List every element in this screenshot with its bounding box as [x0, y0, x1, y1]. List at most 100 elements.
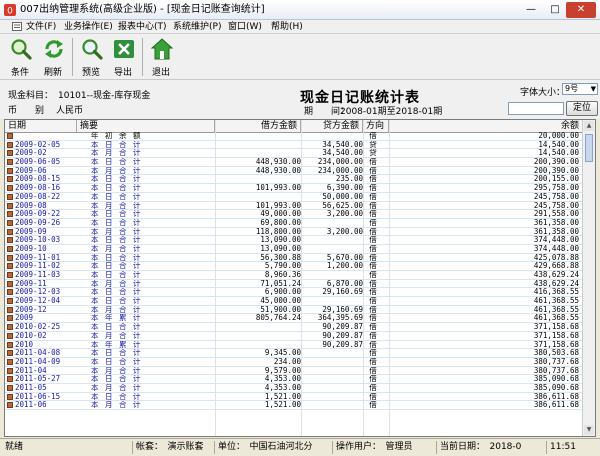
fontsize-select[interactable]: 9号 ▼	[562, 83, 598, 95]
table-row[interactable]: 2010-02-25 本 日 合 计 90,209.87 借 371,158.68	[5, 323, 583, 332]
table-row[interactable]: 2009-09-26 本 日 合 计 69,800.00 借 361,358.00	[5, 219, 583, 228]
condition-button[interactable]: 条件	[4, 36, 36, 78]
table-row[interactable]: 2009-08-15 本 日 合 计 235.00 借 200,155.00	[5, 175, 583, 185]
cell-credit: 3,200.00	[326, 227, 363, 236]
table-row[interactable]: 2009-02-05 本 日 合 计 34,540.00 贷 14,540.00	[5, 141, 583, 150]
table-row[interactable]: 2009 本 年 累 计 805,764.24 364,395.69 借 461,368.…	[5, 314, 583, 324]
column-header-summary[interactable]: 摘要	[77, 120, 215, 132]
cell-summary: 本 日 合 计	[91, 218, 142, 227]
app-icon: 0	[4, 4, 16, 16]
cell-date: 2009-02	[15, 149, 47, 158]
table-row[interactable]: 2009-02 本 月 合 计 34,540.00 贷 14,540.00	[5, 149, 583, 159]
column-header-date[interactable]: 日期	[5, 120, 77, 132]
scroll-down-icon[interactable]: ▼	[584, 425, 594, 435]
window-title: 007出纳管理系统(高级企业版) - [现金日记账查询统计]	[20, 4, 265, 15]
table-row[interactable]: 2009-12-04 本 日 合 计 45,000.00 借 461,368.55	[5, 297, 583, 306]
table-row[interactable]: 2009-06 本 月 合 计 448,930.00 234,000.00 借 200,3…	[5, 167, 583, 176]
refresh-label: 刷新	[43, 68, 62, 78]
row-document-icon	[7, 306, 13, 313]
table-row[interactable]: 2009-06-05 本 日 合 计 448,930.00 234,000.00 借 20…	[5, 158, 583, 167]
cell-credit	[305, 358, 363, 366]
cell-balance: 20,000.00	[538, 132, 579, 140]
minimize-button[interactable]: —	[520, 2, 542, 18]
cell-date: 2009-12-04	[15, 297, 61, 306]
menu-file[interactable]: 文件(F)	[26, 21, 56, 33]
table-row[interactable]: 2009-08-22 本 日 合 计 50,000.00 借 245,758.00	[5, 193, 583, 202]
table-row[interactable]: 2009-10-03 本 日 合 计 13,090.00 借 374,448.00	[5, 236, 583, 245]
title-bar: 0 007出纳管理系统(高级企业版) - [现金日记账查询统计] — □ ✕	[0, 0, 600, 20]
table-row[interactable]: 2011-04-08 本 日 合 计 9,345.00 借 380,503.68	[5, 349, 583, 358]
table-row[interactable]: 2009-11-02 本 日 合 计 5,790.00 1,200.00 借 429,66…	[5, 262, 583, 271]
table-row[interactable]: 2009-08-16 本 日 合 计 101,993.00 6,390.00 借 295,…	[5, 184, 583, 193]
table-row[interactable]: 2009-10 本 月 合 计 13,090.00 借 374,448.00	[5, 245, 583, 254]
table-row[interactable]: 2011-04 本 月 合 计 9,579.00 借 380,737.68	[5, 367, 583, 376]
table-row[interactable]: 2011-06 本 月 合 计 1,521.00 借 386,611.68	[5, 401, 583, 410]
menu-business[interactable]: 业务操作(E)	[64, 21, 113, 33]
close-button[interactable]: ✕	[566, 2, 596, 18]
ledger-table: 日期 摘要 借方金额 贷方金额 方向 余额 年 初 余 额借 20,000.00 2…	[4, 119, 596, 437]
table-row[interactable]: 2009-09 本 月 合 计 118,800.00 3,200.00 借 361,358…	[5, 228, 583, 237]
cell-debit: 234.00	[273, 357, 301, 366]
locate-input[interactable]	[508, 102, 564, 115]
refresh-icon	[45, 40, 63, 58]
menu-help[interactable]: 帮助(H)	[271, 21, 303, 33]
cell-summary: 本 日 合 计	[91, 297, 142, 306]
cell-credit: 29,160.69	[322, 288, 363, 297]
table-row[interactable]: 2010-02 本 月 合 计 90,209.87 借 371,158.68	[5, 332, 583, 341]
cell-credit: 34,540.00	[322, 149, 363, 158]
row-document-icon	[7, 219, 13, 226]
table-row[interactable]: 2011-05-27 本 日 合 计 4,353.00 借 385,090.68	[5, 375, 583, 384]
refresh-button[interactable]: 刷新	[37, 36, 69, 78]
table-row[interactable]: 2009-12-03 本 日 合 计 6,900.00 29,160.69 借 416,3…	[5, 288, 583, 298]
export-button[interactable]: 导出	[107, 36, 139, 78]
maximize-button[interactable]: □	[544, 2, 566, 18]
cell-date: 2011-06-15	[15, 392, 61, 401]
cell-date: 2009-10	[15, 244, 47, 253]
cell-debit	[219, 332, 301, 340]
column-header-credit[interactable]: 贷方金额	[301, 120, 363, 132]
cell-balance: 371,158.68	[533, 331, 579, 340]
cell-summary: 本 月 合 计	[91, 244, 142, 253]
cell-summary: 本 月 合 计	[91, 331, 142, 340]
exit-button[interactable]: 退出	[145, 36, 177, 78]
table-row[interactable]: 2010 本 年 累 计 90,209.87 借 371,158.68	[5, 341, 583, 350]
locate-button[interactable]: 定位	[566, 101, 598, 116]
table-row[interactable]: 2011-05 本 月 合 计 4,353.00 借 385,090.68	[5, 384, 583, 393]
cell-date: 2009-12	[15, 305, 47, 314]
cell-credit: 3,200.00	[326, 210, 363, 219]
cell-date: 2010-02-25	[15, 323, 61, 332]
table-row[interactable]: 2009-11-03 本 日 合 计 8,960.36 借 438,629.24	[5, 271, 583, 280]
cell-date: 2009-10-03	[15, 236, 61, 245]
toolbar-separator	[72, 38, 73, 76]
cell-summary: 本 日 合 计	[91, 210, 142, 219]
cell-direction: 贷	[369, 149, 377, 158]
preview-button[interactable]: 预览	[75, 36, 107, 78]
column-header-debit[interactable]: 借方金额	[215, 120, 301, 132]
cell-credit	[305, 297, 363, 305]
table-row[interactable]: 2009-11 本 月 合 计 71,051.24 6,870.00 借 438,629.…	[5, 280, 583, 289]
row-document-icon	[7, 298, 13, 305]
table-row[interactable]: 年 初 余 额 借 20,000.00	[5, 132, 583, 141]
scroll-thumb[interactable]	[585, 134, 593, 162]
column-header-balance[interactable]: 余额	[389, 120, 583, 132]
table-row[interactable]: 2011-04-09 本 日 合 计 234.00 借 380,737.68	[5, 358, 583, 367]
cell-credit	[305, 245, 363, 253]
table-row[interactable]: 2009-09-22 本 日 合 计 49,000.00 3,200.00 借 291,5…	[5, 210, 583, 219]
menu-system[interactable]: 系统维护(P)	[173, 21, 221, 33]
table-row[interactable]: 2009-08 本 月 合 计 101,993.00 56,625.00 借 245,75…	[5, 202, 583, 211]
cell-direction: 借	[369, 175, 377, 184]
column-header-direction[interactable]: 方向	[363, 120, 389, 132]
cell-direction: 借	[369, 323, 377, 332]
row-document-icon	[7, 254, 13, 261]
vertical-scrollbar[interactable]: ▲ ▼	[582, 120, 595, 436]
cell-direction: 借	[369, 236, 377, 245]
scroll-up-icon[interactable]: ▲	[584, 121, 594, 131]
row-document-icon	[7, 167, 13, 174]
cell-date: 2009-11-01	[15, 253, 61, 262]
menu-window[interactable]: 窗口(W)	[228, 21, 262, 33]
table-row[interactable]: 2009-12 本 月 合 计 51,900.00 29,160.69 借 461,368…	[5, 306, 583, 315]
menu-reports[interactable]: 报表中心(T)	[118, 21, 167, 33]
cell-credit: 234,000.00	[317, 166, 363, 175]
table-row[interactable]: 2009-11-01 本 日 合 计 56,300.88 5,670.00 借 425,0…	[5, 254, 583, 263]
table-row[interactable]: 2011-06-15 本 日 合 计 1,521.00 借 386,611.68	[5, 393, 583, 402]
